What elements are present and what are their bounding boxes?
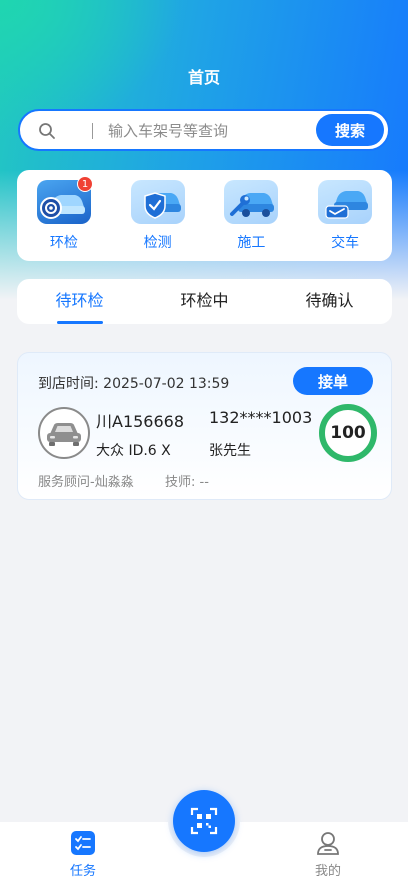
category-inspection[interactable]: 1 环检 xyxy=(29,176,99,252)
tab-pending-confirm[interactable]: 待确认 xyxy=(267,279,392,324)
category-detection[interactable]: 检测 xyxy=(123,180,193,252)
owner-phone: 132****1003 xyxy=(209,408,313,427)
category-grid: 1 环检 检测 施工 交车 xyxy=(17,170,392,261)
owner-name: 张先生 xyxy=(209,443,251,459)
car-delivery-icon xyxy=(318,180,373,224)
scan-button-wrap xyxy=(168,785,240,857)
accept-order-button[interactable]: 接单 xyxy=(293,367,373,395)
score-value: 100 xyxy=(330,423,366,443)
task-card[interactable]: 到店时间: 2025-07-02 13:59 接单 川A156668 132**… xyxy=(17,352,392,500)
car-avatar-icon xyxy=(38,407,90,459)
search-input[interactable] xyxy=(108,119,308,143)
car-model: 大众 ID.6 X xyxy=(96,443,171,459)
nav-mine-label: 我的 xyxy=(314,864,341,879)
status-tabs: 待环检 环检中 待确认 xyxy=(17,279,392,324)
arrival-time: 到店时间: 2025-07-02 13:59 xyxy=(38,376,230,392)
user-profile-icon xyxy=(317,832,339,855)
scan-button[interactable] xyxy=(173,790,235,852)
category-label: 检测 xyxy=(143,235,172,251)
service-advisor: 服务顾问-灿淼淼 xyxy=(38,475,134,490)
nav-mine[interactable]: 我的 xyxy=(298,830,358,879)
category-construction[interactable]: 施工 xyxy=(216,180,286,252)
qr-scan-icon xyxy=(190,807,218,835)
category-label: 交车 xyxy=(331,235,360,251)
technician: 技师: -- xyxy=(165,475,209,490)
search-divider xyxy=(92,123,93,139)
tab-pending-inspection[interactable]: 待环检 xyxy=(17,279,142,324)
category-label: 施工 xyxy=(237,235,266,251)
wrench-car-icon xyxy=(224,180,279,224)
nav-tasks[interactable]: 任务 xyxy=(53,830,113,879)
category-label: 环检 xyxy=(49,235,78,251)
task-list-icon xyxy=(71,831,95,855)
app-screen: 首页 搜索 1 环检 xyxy=(0,0,408,883)
search-icon xyxy=(39,123,55,139)
page-title: 首页 xyxy=(187,68,220,87)
tab-inspecting[interactable]: 环检中 xyxy=(142,279,267,324)
category-delivery[interactable]: 交车 xyxy=(310,180,380,252)
nav-tasks-label: 任务 xyxy=(69,864,96,879)
license-plate: 川A156668 xyxy=(96,412,185,431)
detection-shield-icon xyxy=(130,180,185,224)
search-button[interactable]: 搜索 xyxy=(316,114,384,146)
search-bar: 搜索 xyxy=(18,109,390,151)
